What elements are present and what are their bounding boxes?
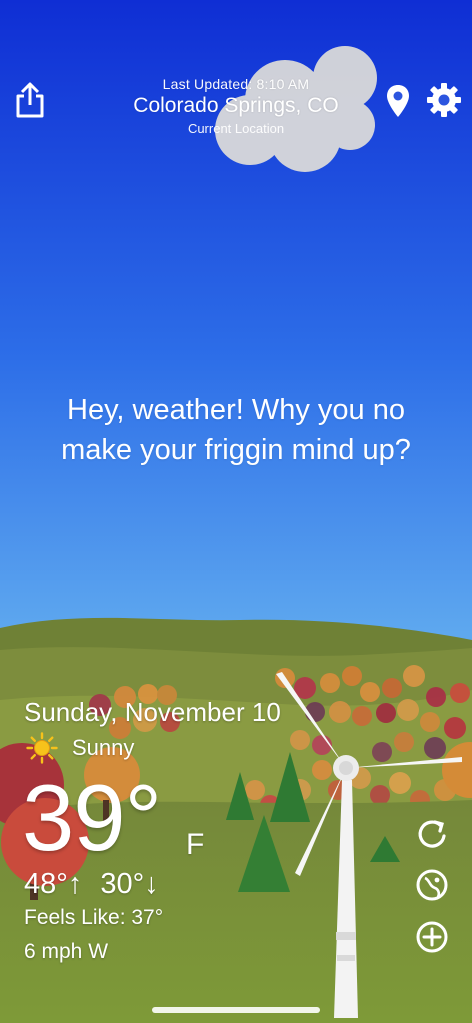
add-button[interactable]	[413, 918, 451, 956]
home-indicator[interactable]	[152, 1007, 320, 1013]
temperature-unit-toggle[interactable]: F	[186, 828, 204, 862]
current-location-label: Current Location	[187, 121, 285, 136]
sun-icon	[26, 732, 58, 764]
location-header: Last Updated: 8:10 AM Colorado Springs, …	[0, 76, 472, 136]
last-updated-label: Last Updated: 8:10 AM	[162, 76, 310, 92]
refresh-button[interactable]	[413, 816, 451, 854]
high-temperature: 48°↑	[24, 868, 83, 900]
weather-message-line: Hey, weather! Why you no	[67, 394, 405, 426]
radar-icon	[416, 869, 448, 901]
feels-like: Feels Like: 37°	[24, 906, 164, 929]
forecast-date: Sunday, November 10	[24, 697, 281, 727]
current-temperature: 39°	[22, 765, 162, 870]
weather-message-line: make your friggin mind up?	[61, 434, 411, 466]
low-temperature: 30°↓	[100, 868, 159, 900]
add-icon	[416, 921, 448, 953]
refresh-icon	[418, 820, 446, 848]
condition-row: Sunny	[26, 732, 134, 764]
wind-speed: 6 mph W	[24, 940, 109, 963]
city-name[interactable]: Colorado Springs, CO	[0, 94, 472, 118]
radar-button[interactable]	[413, 866, 451, 904]
weather-message: Hey, weather! Why you no make your frigg…	[20, 390, 452, 470]
high-low-temperatures: 48°↑ 30°↓	[24, 868, 159, 901]
condition-text: Sunny	[72, 735, 135, 760]
